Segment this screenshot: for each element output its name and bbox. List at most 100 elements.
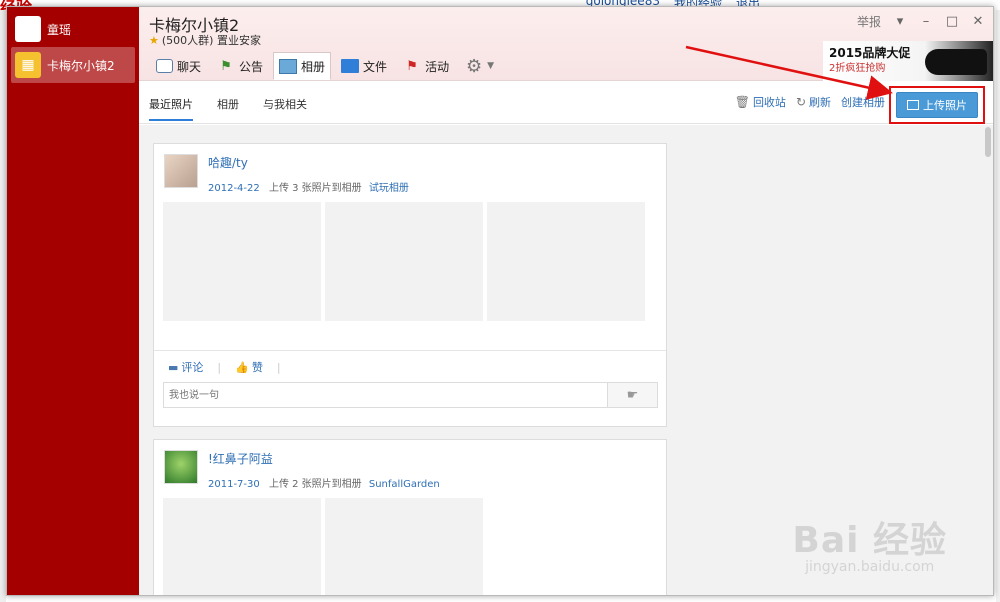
maximize-icon[interactable]: □ <box>945 14 959 29</box>
tab-label: 公告 <box>239 59 264 74</box>
card-header: 哈趣/ty 2012-4-22 上传 3 张照片到相册 试玩相册 <box>164 154 409 194</box>
photo-thumbnail[interactable] <box>163 498 321 595</box>
star-icon: ★ <box>149 33 159 47</box>
group-avatar-icon: ▦ <box>15 52 41 78</box>
upload-action: 上传 2 张照片到相册 <box>268 479 362 490</box>
upload-meta: 2011-7-30 上传 2 张照片到相册 SunfallGarden <box>208 475 440 490</box>
like-label: 赞 <box>251 361 263 374</box>
upload-action: 上传 3 张照片到相册 <box>268 183 362 194</box>
photo-grid <box>163 202 645 321</box>
tab-label: 活动 <box>425 59 450 74</box>
tab-albums[interactable]: 相册 <box>217 96 239 112</box>
dropdown-icon[interactable]: ▾ <box>893 14 907 29</box>
tab-label: 相册 <box>301 59 326 74</box>
photo-thumbnail[interactable] <box>487 202 645 321</box>
window-controls: 举报 ▾ – □ ✕ <box>857 13 985 30</box>
album-actions: 🗑 回收站 ↻ 刷新 创建相册 <box>735 94 885 110</box>
tab-album[interactable]: 相册 <box>273 52 332 80</box>
avatar[interactable] <box>164 154 198 188</box>
album-link[interactable]: SunfallGarden <box>369 479 440 490</box>
card-header: !红鼻子阿益 2011-7-30 上传 2 张照片到相册 SunfallGard… <box>164 450 440 490</box>
sidebar: ☺ 童瑶 ▦ 卡梅尔小镇2 <box>7 7 139 595</box>
comment-input[interactable] <box>164 383 607 407</box>
feed-card: !红鼻子阿益 2011-7-30 上传 2 张照片到相册 SunfallGard… <box>153 439 667 595</box>
watermark-logo: Bai 经验 <box>792 520 947 561</box>
watermark: Bai 经验 jingyan.baidu.com <box>792 511 947 575</box>
user-avatar-icon: ☺ <box>15 16 41 42</box>
upload-date: 2012-4-22 <box>208 183 260 194</box>
comment-icon: ▬ <box>168 360 179 374</box>
tab-chat[interactable]: 聊天 <box>149 52 207 80</box>
comment-label: 评论 <box>181 361 204 374</box>
tab-activity[interactable]: ⚑ 活动 <box>397 52 455 80</box>
minimize-icon[interactable]: – <box>919 14 933 29</box>
photo-feed: 哈趣/ty 2012-4-22 上传 3 张照片到相册 试玩相册 ▬ 评论 | … <box>139 125 993 595</box>
feed-card: 哈趣/ty 2012-4-22 上传 3 张照片到相册 试玩相册 ▬ 评论 | … <box>153 143 667 427</box>
refresh-label: 刷新 <box>809 96 831 109</box>
divider: | <box>276 360 281 374</box>
hand-pointer-icon: ☛ <box>626 387 639 403</box>
sidebar-item-label: 童瑶 <box>47 22 72 37</box>
upload-photo-button[interactable]: 上传照片 <box>896 92 978 118</box>
sidebar-item-tongyao[interactable]: ☺ 童瑶 <box>11 11 135 47</box>
card-actions: ▬ 评论 | 👍 赞 | <box>168 359 281 375</box>
upload-meta: 2012-4-22 上传 3 张照片到相册 试玩相册 <box>208 179 409 194</box>
uploader-name[interactable]: 哈趣/ty <box>208 154 409 171</box>
sidebar-item-label: 卡梅尔小镇2 <box>47 58 115 73</box>
settings-menu[interactable]: ⚙ ▼ <box>459 52 500 80</box>
comment-button[interactable]: ▬ 评论 <box>168 359 203 375</box>
report-button[interactable]: 举报 <box>857 13 881 30</box>
watermark-url: jingyan.baidu.com <box>805 559 935 575</box>
tab-file[interactable]: 文件 <box>335 52 393 80</box>
photo-grid <box>163 498 483 595</box>
ad-subline: 2折疯狂抢购 <box>829 63 886 74</box>
shoe-image <box>925 49 987 75</box>
tab-label: 文件 <box>363 59 388 74</box>
folder-icon <box>341 58 360 74</box>
uploader-name[interactable]: !红鼻子阿益 <box>208 450 440 467</box>
tab-notice[interactable]: ⚑ 公告 <box>211 52 269 80</box>
recycle-bin-link[interactable]: 🗑 回收站 <box>735 94 786 110</box>
group-tabs: 聊天 ⚑ 公告 相册 文件 ⚑ 活动 ⚙ ▼ <box>149 52 500 80</box>
tab-label: 聊天 <box>177 59 202 74</box>
album-subnav: 最近照片 相册 与我相关 🗑 回收站 ↻ 刷新 创建相册 上传照片 <box>139 82 993 124</box>
close-icon[interactable]: ✕ <box>971 14 985 29</box>
tab-recent-photos[interactable]: 最近照片 <box>149 96 193 121</box>
upload-label: 上传照片 <box>923 99 967 112</box>
upload-highlight-box: 上传照片 <box>889 86 985 124</box>
divider: | <box>217 360 222 374</box>
photo-thumbnail[interactable] <box>163 202 321 321</box>
upload-date: 2011-7-30 <box>208 479 260 490</box>
trash-icon: 🗑 <box>734 95 750 109</box>
photo-thumbnail[interactable] <box>325 498 483 595</box>
photo-thumbnail[interactable] <box>325 202 483 321</box>
background-right-strip <box>996 10 1000 602</box>
create-album-link[interactable]: 创建相册 <box>841 94 885 110</box>
chat-icon <box>155 58 173 74</box>
recycle-label: 回收站 <box>752 96 786 109</box>
album-link[interactable]: 试玩相册 <box>369 183 409 194</box>
chevron-down-icon: ▼ <box>487 61 494 71</box>
avatar[interactable] <box>164 450 198 484</box>
group-subtitle: ★ (500人群) 置业安家 <box>149 32 261 48</box>
group-subtitle-text: (500人群) 置业安家 <box>161 34 261 47</box>
send-comment-button[interactable]: ☛ <box>607 383 657 407</box>
ad-banner[interactable]: 2015品牌大促 2折疯狂抢购 <box>823 41 993 81</box>
tab-related-to-me[interactable]: 与我相关 <box>263 96 307 112</box>
sidebar-item-kameier[interactable]: ▦ 卡梅尔小镇2 <box>11 47 135 83</box>
gear-icon: ⚙ <box>466 55 483 77</box>
refresh-icon: ↻ <box>795 95 806 109</box>
refresh-link[interactable]: ↻ 刷新 <box>796 94 831 110</box>
create-album-label: 创建相册 <box>841 96 885 109</box>
album-icon <box>279 58 298 74</box>
card-footer: ▬ 评论 | 👍 赞 | ☛ <box>154 350 666 428</box>
like-button[interactable]: 👍 赞 <box>235 359 263 375</box>
thumbs-up-icon: 👍 <box>235 360 249 374</box>
photo-upload-icon <box>907 100 919 110</box>
comment-box: ☛ <box>163 382 658 408</box>
group-window: ☺ 童瑶 ▦ 卡梅尔小镇2 卡梅尔小镇2 ★ (500人群) 置业安家 举报 ▾… <box>6 6 994 596</box>
notice-flag-icon: ⚑ <box>220 58 232 74</box>
activity-flag-icon: ⚑ <box>406 58 418 74</box>
header: 卡梅尔小镇2 ★ (500人群) 置业安家 举报 ▾ – □ ✕ 聊天 ⚑ 公告… <box>139 7 993 81</box>
scrollbar[interactable] <box>985 127 991 157</box>
